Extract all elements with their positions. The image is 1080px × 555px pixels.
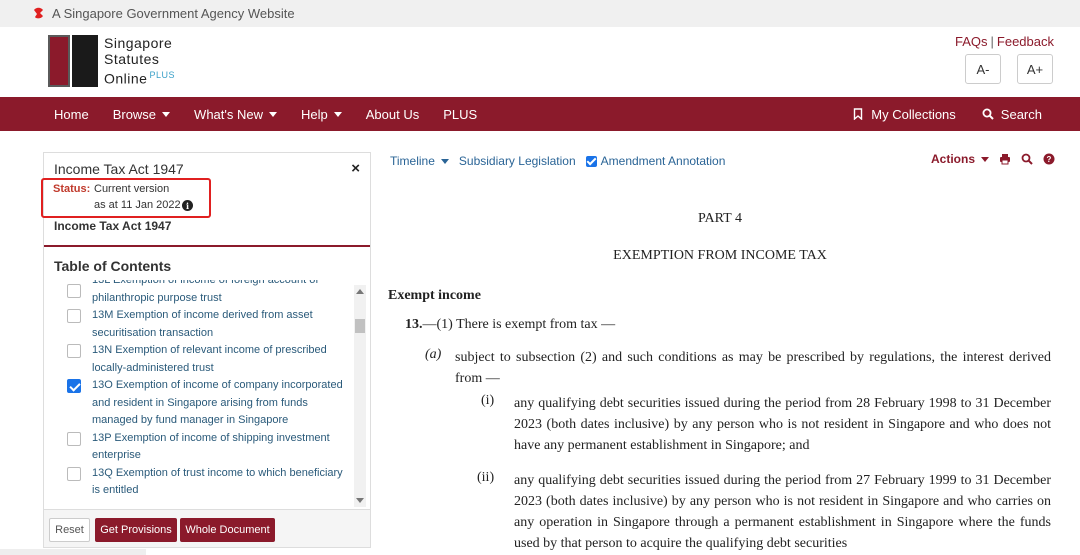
part-title: EXEMPTION FROM INCOME TAX — [613, 248, 827, 263]
status-date: as at 11 Jan 2022 — [94, 199, 181, 211]
amendment-annotation-toggle[interactable]: Amendment Annotation — [585, 154, 725, 168]
feedback-link[interactable]: Feedback — [997, 34, 1054, 49]
act-subtitle: Income Tax Act 1947 — [54, 219, 172, 233]
nav-about-us[interactable]: About Us — [354, 97, 431, 131]
font-decrease-button[interactable]: A- — [965, 54, 1001, 84]
reset-button[interactable]: Reset — [49, 518, 90, 542]
my-collections-link[interactable]: My Collections — [826, 97, 956, 131]
section-13-intro: 13.—(1) There is exempt from tax — — [405, 317, 616, 332]
nav-home[interactable]: Home — [0, 97, 101, 131]
toc-title: Table of Contents — [54, 258, 172, 274]
toc-item-13p[interactable]: 13P Exemption of income of shipping inve… — [44, 430, 356, 465]
subpara-ii-text: any qualifying debt securities issued du… — [514, 473, 1051, 551]
scroll-down-icon[interactable] — [356, 498, 364, 503]
nav-help[interactable]: Help — [289, 97, 354, 131]
toc-panel: Income Tax Act 1947 × Status: Current ve… — [41, 152, 371, 548]
section-title: Exempt income — [388, 288, 481, 303]
nav-right: My Collections Search — [826, 97, 1042, 131]
site-header: Singapore Statutes Online PLUS FAQs | Feedb… — [0, 27, 1080, 97]
caret-down-icon — [333, 111, 342, 117]
print-icon[interactable] — [999, 153, 1011, 165]
caret-down-icon — [162, 111, 171, 117]
toc-checkbox-13q[interactable] — [67, 466, 81, 481]
subpara-ii-label: (ii) — [477, 470, 495, 485]
timeline-dropdown[interactable]: Timeline — [390, 154, 449, 168]
gov-banner-text: A Singapore Government Agency Website — [52, 6, 295, 21]
checkbox-checked-icon[interactable] — [585, 155, 597, 167]
info-icon[interactable]: i — [182, 200, 193, 211]
nav-plus[interactable]: PLUS — [431, 97, 489, 131]
status-value: Current version — [94, 183, 170, 195]
panel-title: Income Tax Act 1947 — [54, 161, 184, 177]
divider — [44, 245, 370, 247]
faqs-link[interactable]: FAQs — [955, 34, 988, 49]
whole-document-button[interactable]: Whole Document — [180, 518, 275, 542]
lion-head-icon — [34, 7, 43, 18]
scroll-thumb[interactable] — [355, 319, 365, 333]
toc-list: 13L Exemption of income of foreign accou… — [44, 280, 356, 508]
main-nav: Home Browse What's New Help About Us PLU… — [0, 97, 1080, 131]
part-heading: PART 4 — [698, 211, 742, 226]
status-label: Status: — [53, 183, 91, 195]
bookmark-icon — [854, 108, 863, 120]
sso-logo[interactable]: Singapore Statutes Online PLUS — [48, 35, 175, 87]
toc-checkbox-13p[interactable] — [67, 431, 81, 446]
browser-status-bar — [0, 549, 146, 555]
subpara-i-text: any qualifying debt securities issued du… — [514, 396, 1051, 453]
toc-item-13q[interactable]: 13Q Exemption of trust income to which b… — [44, 465, 356, 500]
get-provisions-button[interactable]: Get Provisions — [95, 518, 177, 542]
subsidiary-legislation-link[interactable]: Subsidiary Legislation — [459, 154, 576, 168]
toc-checkbox-13m[interactable] — [67, 309, 81, 323]
toc-checkbox-13l[interactable] — [67, 284, 81, 298]
toc-item-13l[interactable]: 13L Exemption of income of foreign accou… — [44, 280, 356, 307]
close-icon[interactable]: × — [351, 160, 360, 177]
header-links: FAQs | Feedback — [955, 34, 1054, 49]
toc-item-13m[interactable]: 13M Exemption of income derived from ass… — [44, 307, 356, 342]
search-link[interactable]: Search — [956, 97, 1042, 131]
font-increase-button[interactable]: A+ — [1017, 54, 1053, 84]
actions-dropdown[interactable]: Actions — [931, 152, 989, 166]
document-toolbar: Timeline Subsidiary Legislation Amendmen… — [390, 152, 1055, 170]
toc-item-13n[interactable]: 13N Exemption of relevant income of pres… — [44, 342, 356, 377]
svg-text:?: ? — [1047, 155, 1052, 164]
panel-footer: Reset Get Provisions Whole Document — [44, 509, 370, 547]
gov-banner: A Singapore Government Agency Website — [0, 0, 1080, 27]
toc-item-13o[interactable]: 13O Exemption of income of company incor… — [44, 377, 356, 430]
caret-down-icon — [269, 111, 277, 117]
scroll-up-icon[interactable] — [356, 289, 364, 294]
para-a-text: subject to subsection (2) and such condi… — [455, 350, 1051, 386]
help-icon[interactable]: ? — [1043, 153, 1055, 165]
toc-checkbox-13o[interactable] — [67, 379, 81, 393]
logo-text: Singapore Statutes Online PLUS — [104, 35, 175, 87]
nav-whats-new[interactable]: What's New — [182, 97, 289, 131]
toolbar-actions: Actions ? — [931, 152, 1055, 166]
para-a-label: (a) — [425, 347, 442, 362]
caret-down-icon — [440, 158, 449, 164]
toc-checkbox-13n[interactable] — [67, 344, 81, 358]
nav-browse[interactable]: Browse — [101, 97, 182, 131]
search-icon — [982, 108, 994, 120]
logo-mark — [48, 35, 98, 87]
subpara-i-label: (i) — [481, 393, 495, 408]
caret-down-icon — [981, 156, 989, 162]
search-icon[interactable] — [1021, 153, 1033, 165]
toc-scrollbar[interactable] — [354, 285, 366, 507]
